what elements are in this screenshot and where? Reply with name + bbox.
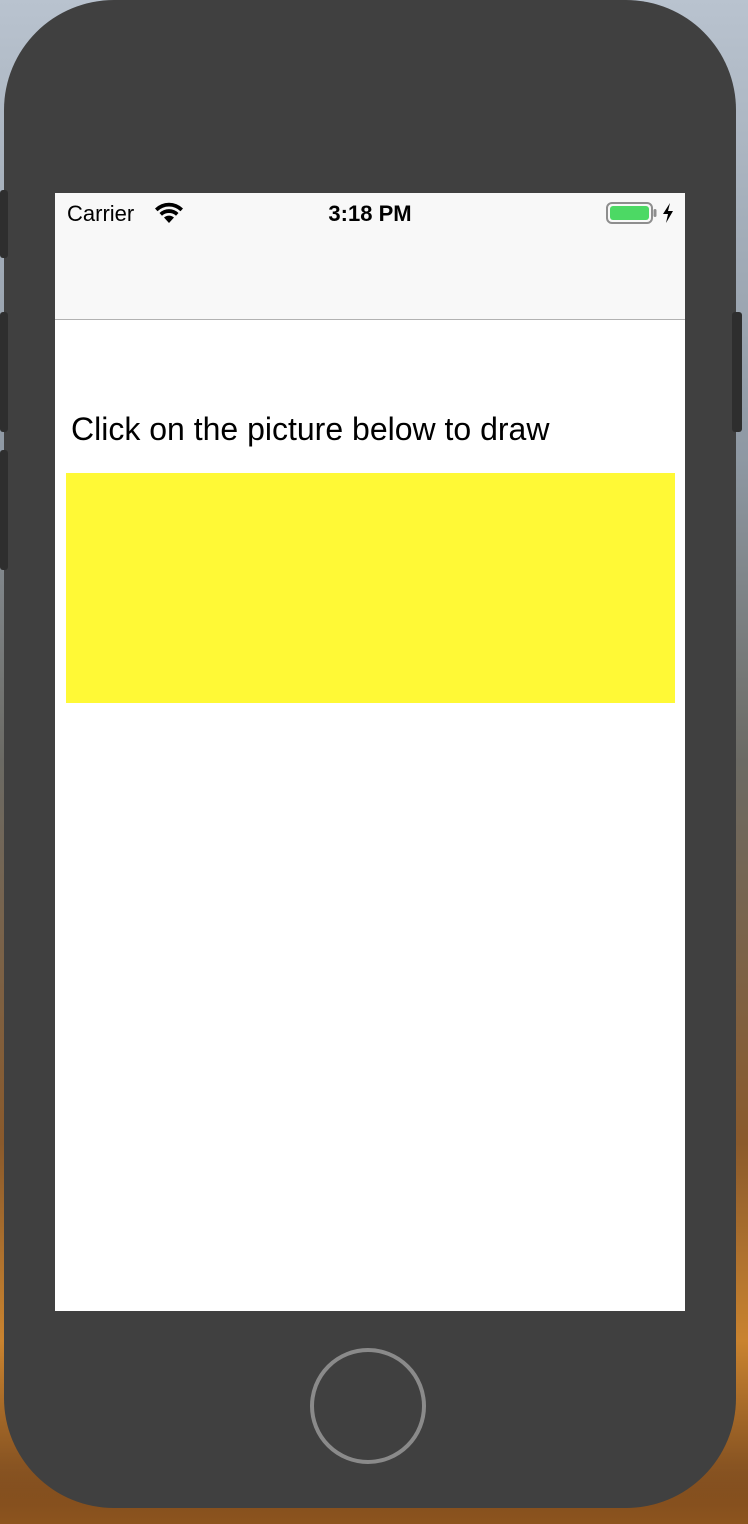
mute-switch: [0, 190, 8, 258]
status-bar: Carrier 3:18 PM: [55, 193, 685, 233]
charging-bolt-icon: [661, 202, 675, 224]
volume-down-button: [0, 450, 8, 570]
volume-up-button: [0, 312, 8, 432]
instruction-label: Click on the picture below to draw: [71, 411, 550, 447]
home-button[interactable]: [310, 1348, 426, 1464]
navigation-bar: [55, 233, 685, 320]
power-button: [732, 312, 742, 432]
battery-icon: [606, 202, 658, 224]
device-screen: Carrier 3:18 PM Click on the picture bel…: [55, 193, 685, 1311]
status-time: 3:18 PM: [328, 201, 412, 226]
drawing-canvas[interactable]: [66, 473, 675, 703]
